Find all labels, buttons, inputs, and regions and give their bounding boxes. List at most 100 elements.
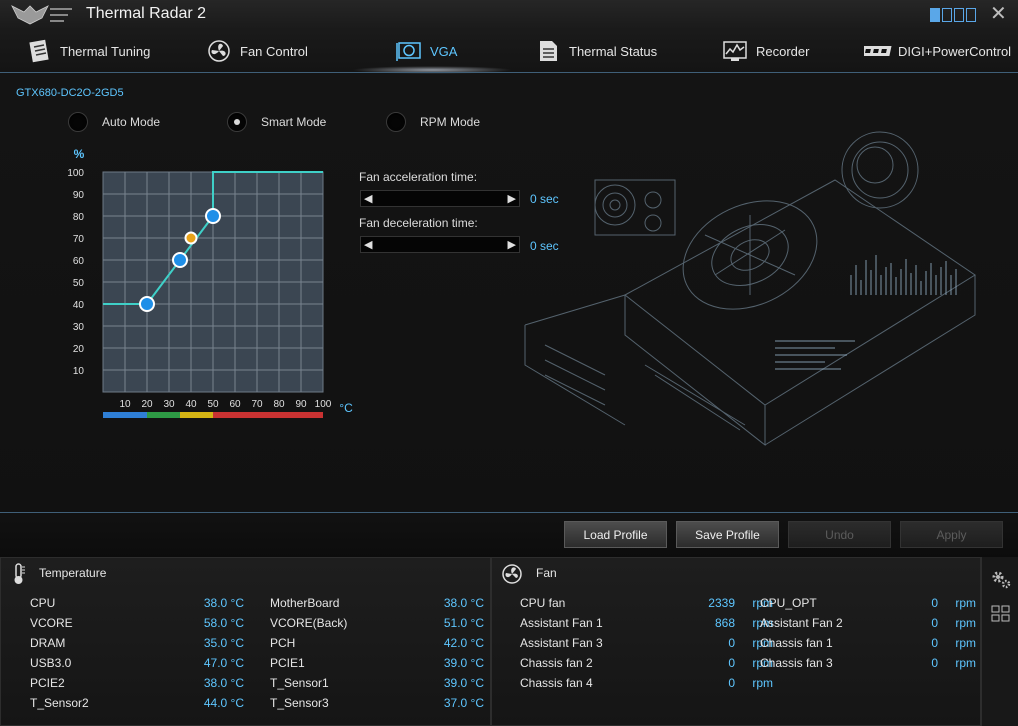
monitor-area: Temperature CPU 38.0 °C MotherBoard 38.0 °C…	[0, 557, 1018, 726]
mode-rpm[interactable]: RPM Mode	[386, 112, 480, 132]
layout-2-icon[interactable]	[942, 8, 952, 22]
y-tick-label: 90	[73, 190, 85, 201]
temperature-zone-bar	[213, 412, 323, 418]
mode-auto-radio[interactable]	[68, 112, 88, 132]
thermometer-icon	[14, 563, 25, 584]
mode-label: Auto Mode	[102, 115, 161, 129]
sensor-label: CPU_OPT	[760, 596, 817, 610]
x-tick-label: 100	[315, 399, 332, 410]
decel-slider[interactable]: ◀ ▶	[360, 236, 520, 253]
main-tabs: Thermal Tuning Fan Control VGA Thermal S…	[0, 30, 1018, 74]
sensor-label: Assistant Fan 1	[520, 616, 603, 630]
document-icon	[29, 39, 49, 63]
tab-label: Recorder	[756, 43, 810, 59]
content-divider	[0, 512, 1018, 513]
sensor-value: 37.0 °C	[443, 696, 484, 710]
curve-control-point[interactable]	[205, 208, 221, 224]
left-arrow-icon[interactable]: ◀	[364, 193, 372, 205]
sensor-label: Assistant Fan 3	[520, 636, 603, 650]
sensor-label: DRAM	[30, 636, 66, 650]
y-tick-label: 40	[73, 300, 85, 311]
layout-1-icon[interactable]	[930, 8, 940, 22]
sensor-value: 0	[728, 656, 735, 670]
fan-curve-svg[interactable]: % °C 100 90 80 70 60 50 40 30 20 10 10 20 30 40 50 60 70…	[60, 142, 360, 422]
y-tick-label: 60	[73, 256, 85, 267]
sensor-label: CPU	[30, 596, 56, 610]
mode-smart[interactable]: Smart Mode	[227, 112, 326, 132]
mode-smart-radio[interactable]	[227, 112, 247, 132]
device-name: GTX680-DC2O-2GD5	[16, 87, 124, 99]
sensor-value: 0	[931, 636, 938, 650]
mode-label: RPM Mode	[420, 115, 481, 129]
sensor-label: PCIE1	[270, 656, 305, 670]
digi-logo-icon	[864, 46, 892, 56]
graphics-card-icon	[396, 42, 421, 61]
sensor-value: 58.0 °C	[203, 616, 244, 630]
sensor-label: T_Sensor1	[270, 676, 329, 690]
sensor-value: 35.0 °C	[203, 636, 244, 650]
save-profile-button[interactable]: Save Profile	[676, 521, 779, 548]
y-tick-label: 80	[73, 212, 85, 223]
y-tick-label: 70	[73, 234, 85, 245]
sensor-label: CPU fan	[520, 596, 566, 610]
sensor-unit: rpm	[955, 616, 976, 630]
y-tick-label: 20	[73, 344, 85, 355]
temperature-zone-bar	[180, 412, 213, 418]
apply-button[interactable]: Apply	[900, 521, 1003, 548]
sensor-label: VCORE	[30, 616, 73, 630]
tab-thermal-status[interactable]: Thermal Status	[535, 36, 657, 66]
radio-selected-dot	[234, 119, 240, 125]
sensor-value: 868	[714, 616, 735, 630]
sensor-label: Chassis fan 2	[520, 656, 593, 670]
accel-slider[interactable]: ◀ ▶	[360, 190, 520, 207]
sensor-unit: rpm	[752, 676, 773, 690]
tab-vga[interactable]: VGA	[396, 36, 457, 66]
graphics-card-illustration	[524, 131, 976, 447]
sensor-value: 0	[931, 656, 938, 670]
undo-button[interactable]: Undo	[788, 521, 891, 548]
curve-control-point[interactable]	[139, 296, 155, 312]
curve-control-point[interactable]	[172, 252, 188, 268]
layout-switcher[interactable]	[930, 8, 976, 22]
fan-icon	[208, 40, 230, 62]
mode-auto[interactable]: Auto Mode	[68, 112, 160, 132]
tab-thermal-tuning[interactable]: Thermal Tuning	[26, 36, 150, 66]
temperature-zone-bar	[103, 412, 147, 418]
tuf-logo-icon	[11, 5, 72, 25]
grid-view-icon[interactable]	[991, 605, 1011, 623]
sensor-label: Chassis fan 3	[760, 656, 833, 670]
sensor-value: 44.0 °C	[203, 696, 244, 710]
tabs-divider	[0, 72, 1018, 73]
sensor-value: 38.0 °C	[203, 676, 244, 690]
tab-fan-control[interactable]: Fan Control	[206, 36, 308, 66]
layout-3-icon[interactable]	[954, 8, 964, 22]
sensor-label: PCIE2	[30, 676, 65, 690]
side-toolbar	[981, 557, 1018, 726]
x-tick-label: 50	[207, 399, 219, 410]
left-arrow-icon[interactable]: ◀	[364, 239, 372, 251]
fan-curve-chart[interactable]: % °C 100 90 80 70 60 50 40 30 20 10 10 20 30 40 50 60 70…	[60, 142, 360, 422]
sensor-value: 38.0 °C	[203, 596, 244, 610]
x-tick-label: 80	[273, 399, 285, 410]
y-tick-label: 100	[67, 168, 84, 179]
fan-panel: Fan CPU fan 2339 rpm CPU_OPT 0 rpm Assistant F…	[491, 557, 981, 726]
curve-point-selected[interactable]	[184, 231, 198, 245]
mode-label: Smart Mode	[261, 115, 327, 129]
sensor-value: 38.0 °C	[443, 596, 484, 610]
x-tick-label: 30	[163, 399, 175, 410]
close-icon[interactable]: ✕	[990, 3, 1007, 25]
tab-label: Thermal Status	[569, 43, 658, 59]
layout-4-icon[interactable]	[966, 8, 976, 22]
tab-label: Thermal Tuning	[60, 43, 151, 59]
x-tick-label: 60	[229, 399, 241, 410]
sensor-label: Assistant Fan 2	[760, 616, 843, 630]
sensor-label: PCH	[270, 636, 296, 650]
mode-rpm-radio[interactable]	[386, 112, 406, 132]
sensor-label: VCORE(Back)	[270, 616, 348, 630]
tab-digi-power-control[interactable]: DIGI+PowerControl	[864, 36, 1011, 66]
x-axis-unit: °C	[339, 401, 353, 415]
load-profile-button[interactable]: Load Profile	[564, 521, 667, 548]
app-title: Thermal Radar 2	[86, 5, 207, 22]
tab-recorder[interactable]: Recorder	[722, 36, 809, 66]
gear-icon[interactable]	[989, 567, 1013, 591]
